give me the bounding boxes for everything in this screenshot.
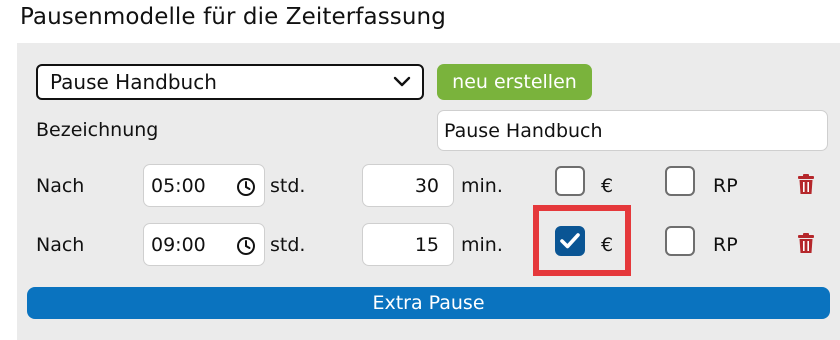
row-2-euro-label: € xyxy=(601,234,614,256)
page-title: Pausenmodelle für die Zeiterfassung xyxy=(20,4,446,30)
row-1-time-input[interactable]: 05:00 xyxy=(143,164,265,207)
checkmark-icon xyxy=(560,233,580,249)
row-2-prefix: Nach xyxy=(36,234,85,256)
row-2-minutes-unit: min. xyxy=(461,234,503,256)
row-1-time-value: 05:00 xyxy=(151,174,206,197)
designation-input[interactable]: Pause Handbuch xyxy=(437,110,828,151)
row-2-time-input[interactable]: 09:00 xyxy=(143,223,265,266)
extra-pause-button[interactable]: Extra Pause xyxy=(27,287,830,319)
row-2-rp-label: RP xyxy=(713,234,738,256)
row-1-minutes-input[interactable]: 30 xyxy=(362,164,454,207)
row-1-delete-icon[interactable] xyxy=(797,174,815,195)
row-1-prefix: Nach xyxy=(36,175,85,197)
row-1-hours-unit: std. xyxy=(270,175,306,197)
row-1-rp-label: RP xyxy=(713,175,738,197)
row-1-rp-checkbox[interactable] xyxy=(665,166,695,196)
row-2-hours-unit: std. xyxy=(270,234,306,256)
row-2-delete-icon[interactable] xyxy=(797,233,815,254)
row-2-euro-checkbox[interactable] xyxy=(555,226,585,256)
row-1-minutes-unit: min. xyxy=(461,175,503,197)
row-2-time-value: 09:00 xyxy=(151,233,206,256)
break-model-select[interactable]: Pause Handbuch xyxy=(36,64,424,100)
chevron-down-icon xyxy=(393,76,411,87)
row-2-rp-checkbox[interactable] xyxy=(665,226,695,256)
break-model-select-value: Pause Handbuch xyxy=(50,70,217,94)
row-1-euro-checkbox[interactable] xyxy=(555,166,585,196)
clock-icon[interactable] xyxy=(236,177,256,197)
clock-icon[interactable] xyxy=(236,236,256,256)
row-2-minutes-input[interactable]: 15 xyxy=(362,223,454,266)
designation-label: Bezeichnung xyxy=(36,119,159,141)
create-new-button[interactable]: neu erstellen xyxy=(437,64,592,100)
row-1-euro-label: € xyxy=(601,175,614,197)
